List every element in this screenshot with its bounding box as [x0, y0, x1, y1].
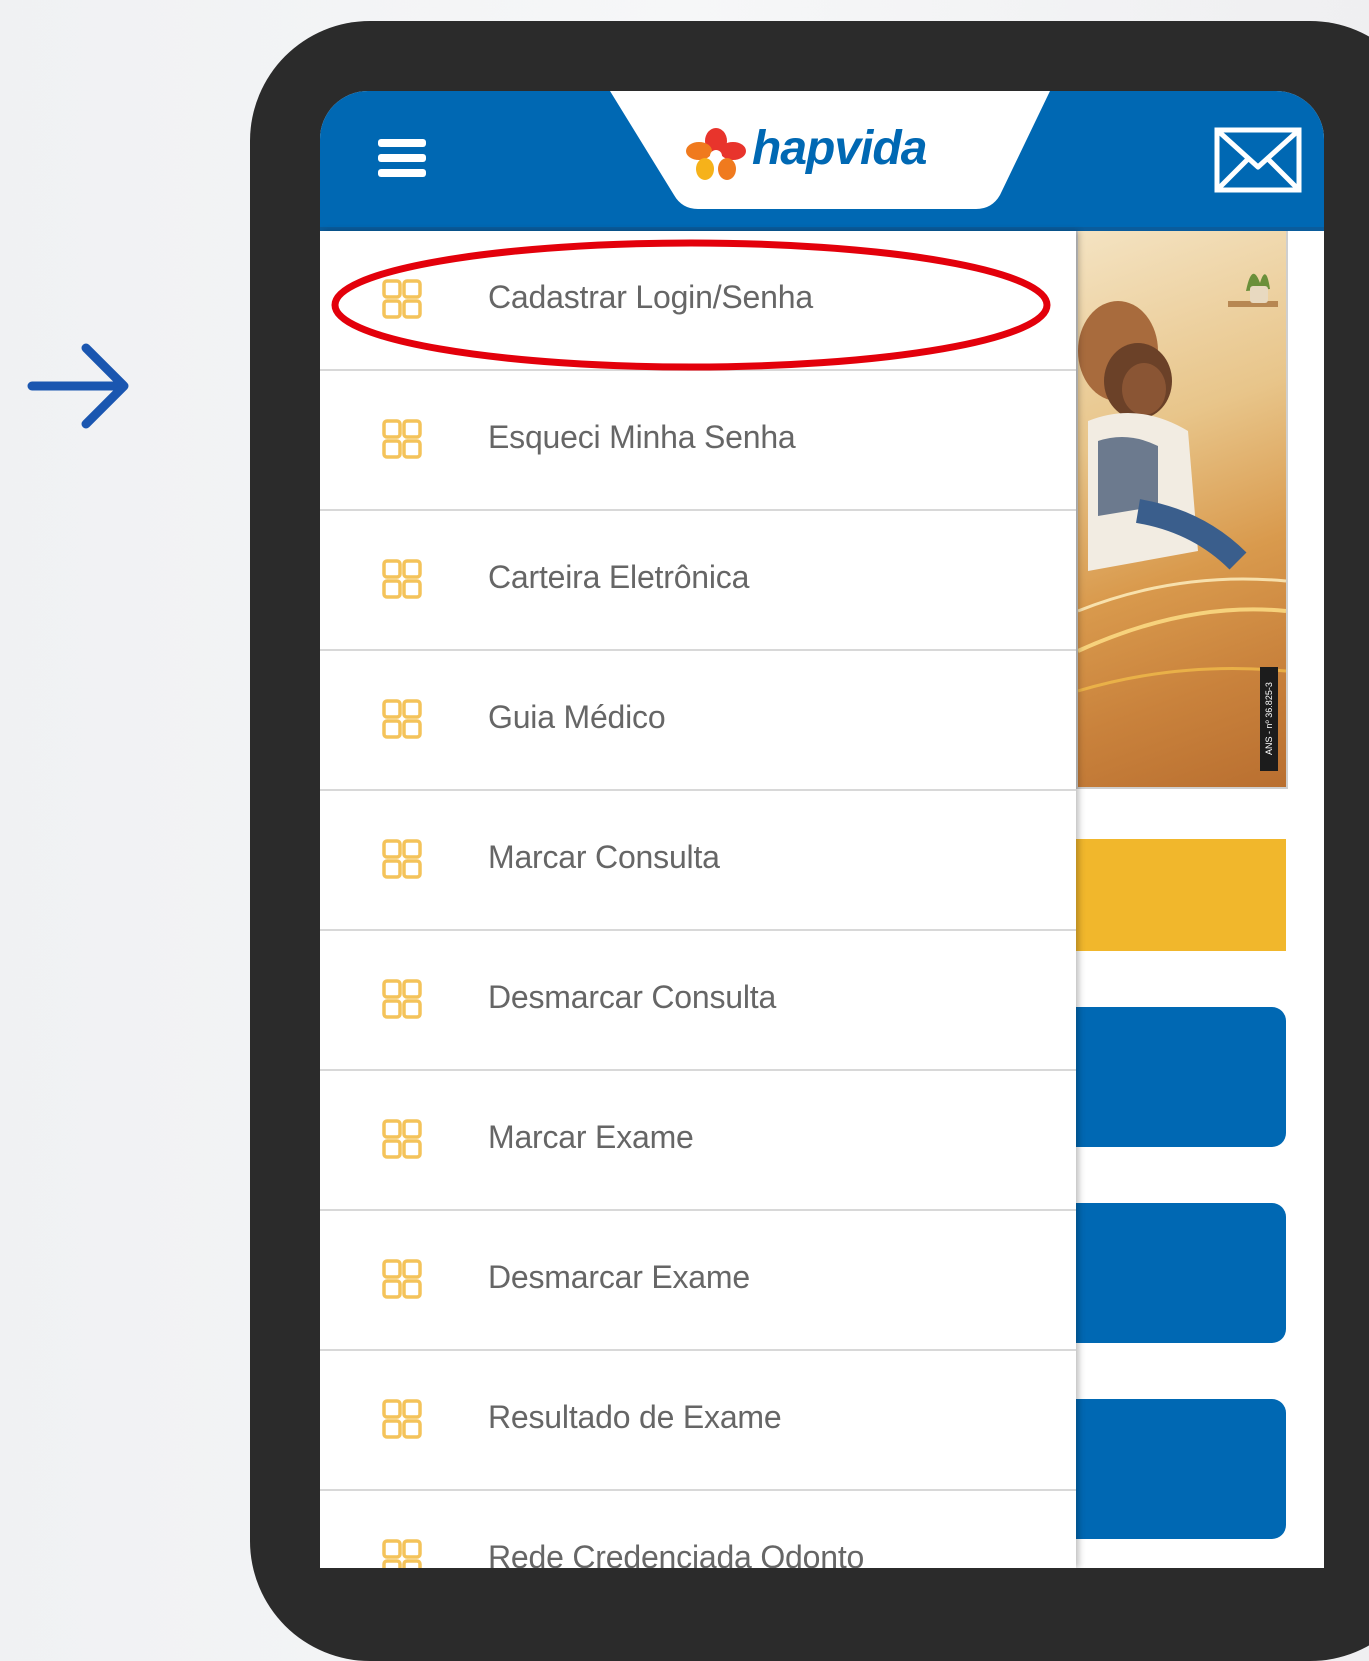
grid-icon — [382, 559, 422, 599]
grid-icon — [382, 1539, 422, 1568]
grid-icon — [382, 839, 422, 879]
grid-icon — [382, 1259, 422, 1299]
menu-item-label: Cadastrar Login/Senha — [488, 279, 813, 315]
menu-item-desmarcar-exame[interactable]: Desmarcar Exame — [320, 1211, 1076, 1351]
menu-item-label: Desmarcar Exame — [488, 1259, 750, 1295]
menu-item-label: Marcar Consulta — [488, 839, 720, 875]
side-drawer-menu: Cadastrar Login/Senha Esqueci Minha Senha… — [320, 231, 1076, 1568]
highlight-card[interactable] — [1076, 839, 1286, 951]
arrow-right-icon — [27, 343, 129, 429]
menu-item-label: Esqueci Minha Senha — [488, 419, 796, 455]
action-card-1[interactable] — [1076, 1007, 1286, 1147]
menu-item-esqueci-minha-senha[interactable]: Esqueci Minha Senha — [320, 371, 1076, 511]
ans-badge: ANS - nº 36.825-3 — [1260, 667, 1278, 771]
grid-icon — [382, 979, 422, 1019]
menu-item-label: Guia Médico — [488, 699, 666, 735]
menu-item-cadastrar-login-senha[interactable]: Cadastrar Login/Senha — [320, 231, 1076, 371]
menu-item-label: Marcar Exame — [488, 1119, 694, 1155]
grid-icon — [382, 1399, 422, 1439]
grid-icon — [382, 419, 422, 459]
home-content: ANS - nº 36.825-3 — [1076, 231, 1324, 1568]
menu-item-rede-credenciada-odonto[interactable]: Rede Credenciada Odonto — [320, 1491, 1076, 1568]
menu-item-label: Carteira Eletrônica — [488, 559, 750, 595]
menu-item-resultado-de-exame[interactable]: Resultado de Exame — [320, 1351, 1076, 1491]
grid-icon — [382, 1119, 422, 1159]
grid-icon — [382, 699, 422, 739]
menu-item-carteira-eletronica[interactable]: Carteira Eletrônica — [320, 511, 1076, 651]
hamburger-icon[interactable] — [378, 139, 426, 181]
menu-item-marcar-consulta[interactable]: Marcar Consulta — [320, 791, 1076, 931]
menu-item-label: Rede Credenciada Odonto — [488, 1539, 865, 1568]
mail-icon[interactable] — [1214, 127, 1302, 193]
action-card-2[interactable] — [1076, 1203, 1286, 1343]
flower-logo-icon — [686, 128, 746, 180]
menu-item-guia-medico[interactable]: Guia Médico — [320, 651, 1076, 791]
phone-screen: hapvida ANS - nº 36.825-3 Cadastrar Logi… — [320, 91, 1324, 1568]
promo-banner-image[interactable]: ANS - nº 36.825-3 — [1076, 231, 1288, 789]
menu-item-marcar-exame[interactable]: Marcar Exame — [320, 1071, 1076, 1211]
menu-item-desmarcar-consulta[interactable]: Desmarcar Consulta — [320, 931, 1076, 1071]
grid-icon — [382, 279, 422, 319]
banner-illustration — [1078, 273, 1286, 693]
brand-logo: hapvida — [752, 122, 927, 175]
menu-item-label: Desmarcar Consulta — [488, 979, 777, 1015]
menu-item-label: Resultado de Exame — [488, 1399, 782, 1435]
action-card-3[interactable] — [1076, 1399, 1286, 1539]
